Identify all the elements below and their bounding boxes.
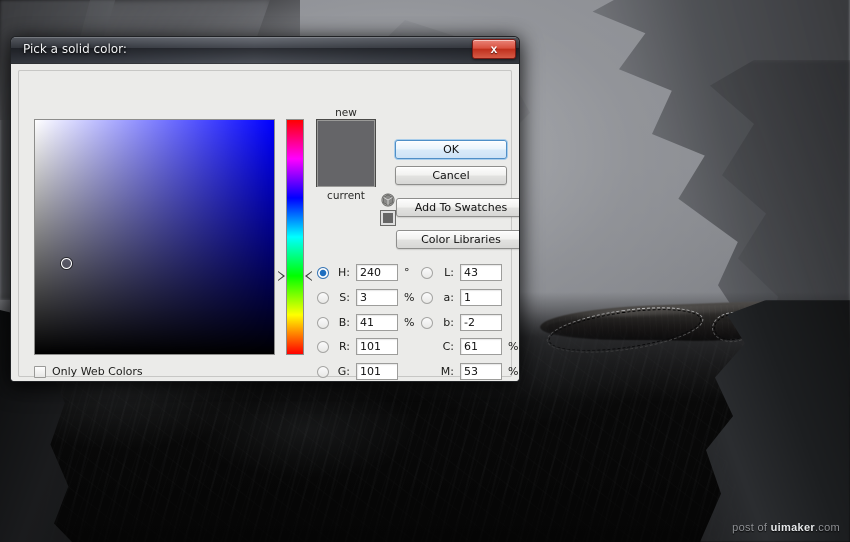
lab-row-a-1: a: 1 (421, 289, 502, 306)
lab-row-b-2-input[interactable]: -2 (460, 314, 502, 331)
hsb-row-h-0-input[interactable]: 240 (356, 264, 398, 281)
lab-row-b-2-radio[interactable] (421, 316, 433, 329)
watermark-prefix: post of (732, 522, 771, 534)
cmyk-row-c-label: C: (442, 340, 454, 353)
hsb-row-h-0-unit: ° (404, 266, 410, 279)
hsb-row-s-1-radio[interactable] (317, 291, 329, 304)
rgb-row-r-0: R: 101 (317, 338, 398, 355)
cmyk-row-c-unit: % (508, 340, 519, 353)
rgb-row-r-0-label: R: (338, 340, 350, 353)
lab-row-b-2: b: -2 (421, 314, 502, 331)
hsb-row-b-2-label: B: (338, 316, 350, 329)
dialog-title: Pick a solid color: (23, 42, 127, 56)
lab-row-b-2-label: b: (443, 316, 454, 329)
watermark: post of uimaker.com (732, 522, 840, 534)
cmyk-row-m-unit: % (508, 365, 519, 378)
dialog-body: Only Web Colors new current OK Cancel Ad… (11, 64, 519, 381)
lab-row-l-0-input[interactable]: 43 (460, 264, 502, 281)
rgb-row-g-1-label: G: (337, 365, 350, 378)
hsb-row-h-0-label: H: (338, 266, 350, 279)
cmyk-row-c: C: 61% (421, 338, 518, 355)
color-preview: new current (316, 107, 376, 202)
lab-row-l-0: L: 43 (421, 264, 502, 281)
rgb-row-g-1-input[interactable]: 101 (356, 363, 398, 380)
cancel-button[interactable]: Cancel (395, 166, 507, 185)
saturation-brightness-field[interactable] (34, 119, 275, 355)
close-button[interactable]: x (472, 39, 516, 59)
hsb-row-b-2-radio[interactable] (317, 316, 329, 329)
color-field-marker[interactable] (61, 258, 73, 270)
hsb-row-s-1-label: S: (339, 291, 350, 304)
hue-slider[interactable] (286, 119, 304, 355)
watermark-brand: uimaker (770, 522, 815, 534)
lab-row-l-0-label: L: (444, 266, 454, 279)
hsb-row-b-2: B: 41% (317, 314, 414, 331)
add-to-swatches-button[interactable]: Add To Swatches (396, 198, 519, 217)
rgb-row-g-1: G: 101 (317, 363, 398, 380)
hsb-row-s-1-input[interactable]: 3 (356, 289, 398, 306)
rgb-row-g-1-radio[interactable] (317, 365, 329, 378)
cmyk-row-m: M: 53% (421, 363, 518, 380)
color-picker-dialog: Pick a solid color: x Only Web Colors ne… (10, 36, 520, 382)
cmyk-row-m-input[interactable]: 53 (460, 363, 502, 380)
only-web-colors-checkbox[interactable]: Only Web Colors (34, 365, 143, 378)
color-libraries-button[interactable]: Color Libraries (396, 230, 519, 249)
rgb-row-r-0-radio[interactable] (317, 340, 329, 353)
preview-new-label: new (335, 107, 357, 119)
ok-button[interactable]: OK (395, 140, 507, 159)
hsb-row-h-0-radio[interactable] (317, 266, 329, 279)
lab-row-l-0-radio[interactable] (421, 266, 433, 279)
hsb-row-b-2-input[interactable]: 41 (356, 314, 398, 331)
lab-row-a-1-input[interactable]: 1 (460, 289, 502, 306)
only-web-colors-label: Only Web Colors (52, 365, 143, 378)
hsb-row-s-1: S: 3% (317, 289, 414, 306)
nearest-web-color-swatch[interactable] (380, 210, 396, 226)
cmyk-row-m-label: M: (440, 365, 454, 378)
lab-row-a-1-label: a: (443, 291, 454, 304)
web-safe-cube-icon (381, 193, 395, 207)
cmyk-row-c-input[interactable]: 61 (460, 338, 502, 355)
hue-slider-arrow-left-icon[interactable] (278, 271, 285, 282)
hue-slider-arrow-right-icon[interactable] (305, 271, 312, 282)
hsb-row-b-2-unit: % (404, 316, 415, 329)
dialog-titlebar[interactable]: Pick a solid color: x (11, 37, 519, 64)
new-color-swatch[interactable] (316, 119, 376, 187)
preview-current-label: current (327, 190, 365, 202)
lab-row-a-1-radio[interactable] (421, 291, 433, 304)
desktop-stage: post of uimaker.com Pick a solid color: … (0, 0, 850, 542)
watermark-suffix: .com (814, 522, 840, 534)
hsb-row-s-1-unit: % (404, 291, 415, 304)
rgb-row-r-0-input[interactable]: 101 (356, 338, 398, 355)
hsb-row-h-0: H: 240 ° (317, 264, 410, 281)
checkbox-box-icon[interactable] (34, 365, 46, 378)
